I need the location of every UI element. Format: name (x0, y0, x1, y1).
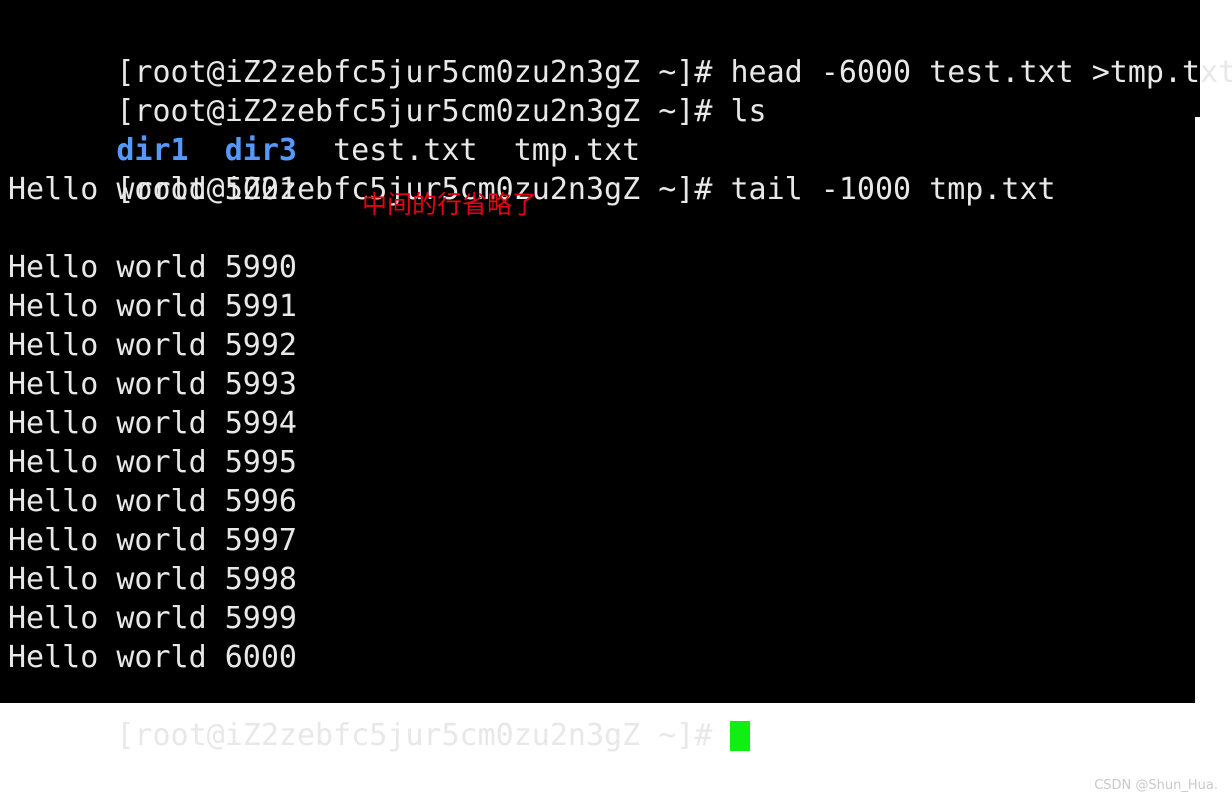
terminal-line-spacer (8, 209, 1200, 248)
ls-separator (478, 133, 514, 168)
terminal-line-output: Hello world 5999 (8, 601, 297, 636)
terminal-output-area[interactable]: [root@iZ2zebfc5jur5cm0zu2n3gZ ~]# head -… (8, 14, 1232, 753)
terminal-line-output: Hello world 5991 (8, 289, 297, 324)
ls-directory-entry: dir3 (224, 133, 297, 168)
terminal-line-output: Hello world 5990 (8, 250, 297, 285)
ls-file-entry: test.txt (333, 133, 478, 168)
watermark: CSDN @Shun_Hua. (1094, 778, 1218, 793)
ls-file-entry: tmp.txt (513, 133, 641, 168)
terminal-line-output: Hello world 6000 (8, 640, 297, 675)
ls-separator (189, 133, 225, 168)
shell-prompt: [root@iZ2zebfc5jur5cm0zu2n3gZ ~]# (116, 94, 731, 129)
terminal-line-command: [root@iZ2zebfc5jur5cm0zu2n3gZ ~]# head -… (8, 14, 1232, 90)
shell-command: head -6000 test.txt >tmp.txt (730, 55, 1232, 90)
shell-prompt: [root@iZ2zebfc5jur5cm0zu2n3gZ ~]# (116, 55, 731, 90)
shell-command: ls (730, 94, 767, 129)
terminal-window[interactable]: [root@iZ2zebfc5jur5cm0zu2n3gZ ~]# head -… (0, 0, 1232, 753)
terminal-line-active-prompt[interactable]: [root@iZ2zebfc5jur5cm0zu2n3gZ ~]# (8, 677, 1200, 753)
shell-command: tail -1000 tmp.txt (730, 172, 1056, 207)
terminal-line-output: Hello world 5993 (8, 367, 297, 402)
terminal-edge-notch (1195, 117, 1232, 803)
text-cursor (730, 721, 751, 751)
annotation-text: 中间的行省略了 (362, 190, 538, 219)
terminal-line-output: Hello world 5997 (8, 523, 297, 558)
terminal-line-output: Hello world 5998 (8, 562, 297, 597)
shell-prompt: [root@iZ2zebfc5jur5cm0zu2n3gZ ~]# (116, 718, 731, 753)
terminal-line-output: Hello world 5994 (8, 406, 297, 441)
terminal-line-output: Hello world 5995 (8, 445, 297, 480)
terminal-line-output: Hello world 5996 (8, 484, 297, 519)
ls-directory-entry: dir1 (116, 133, 189, 168)
terminal-line-output: Hello world 5992 (8, 328, 297, 363)
ls-separator (297, 133, 333, 168)
